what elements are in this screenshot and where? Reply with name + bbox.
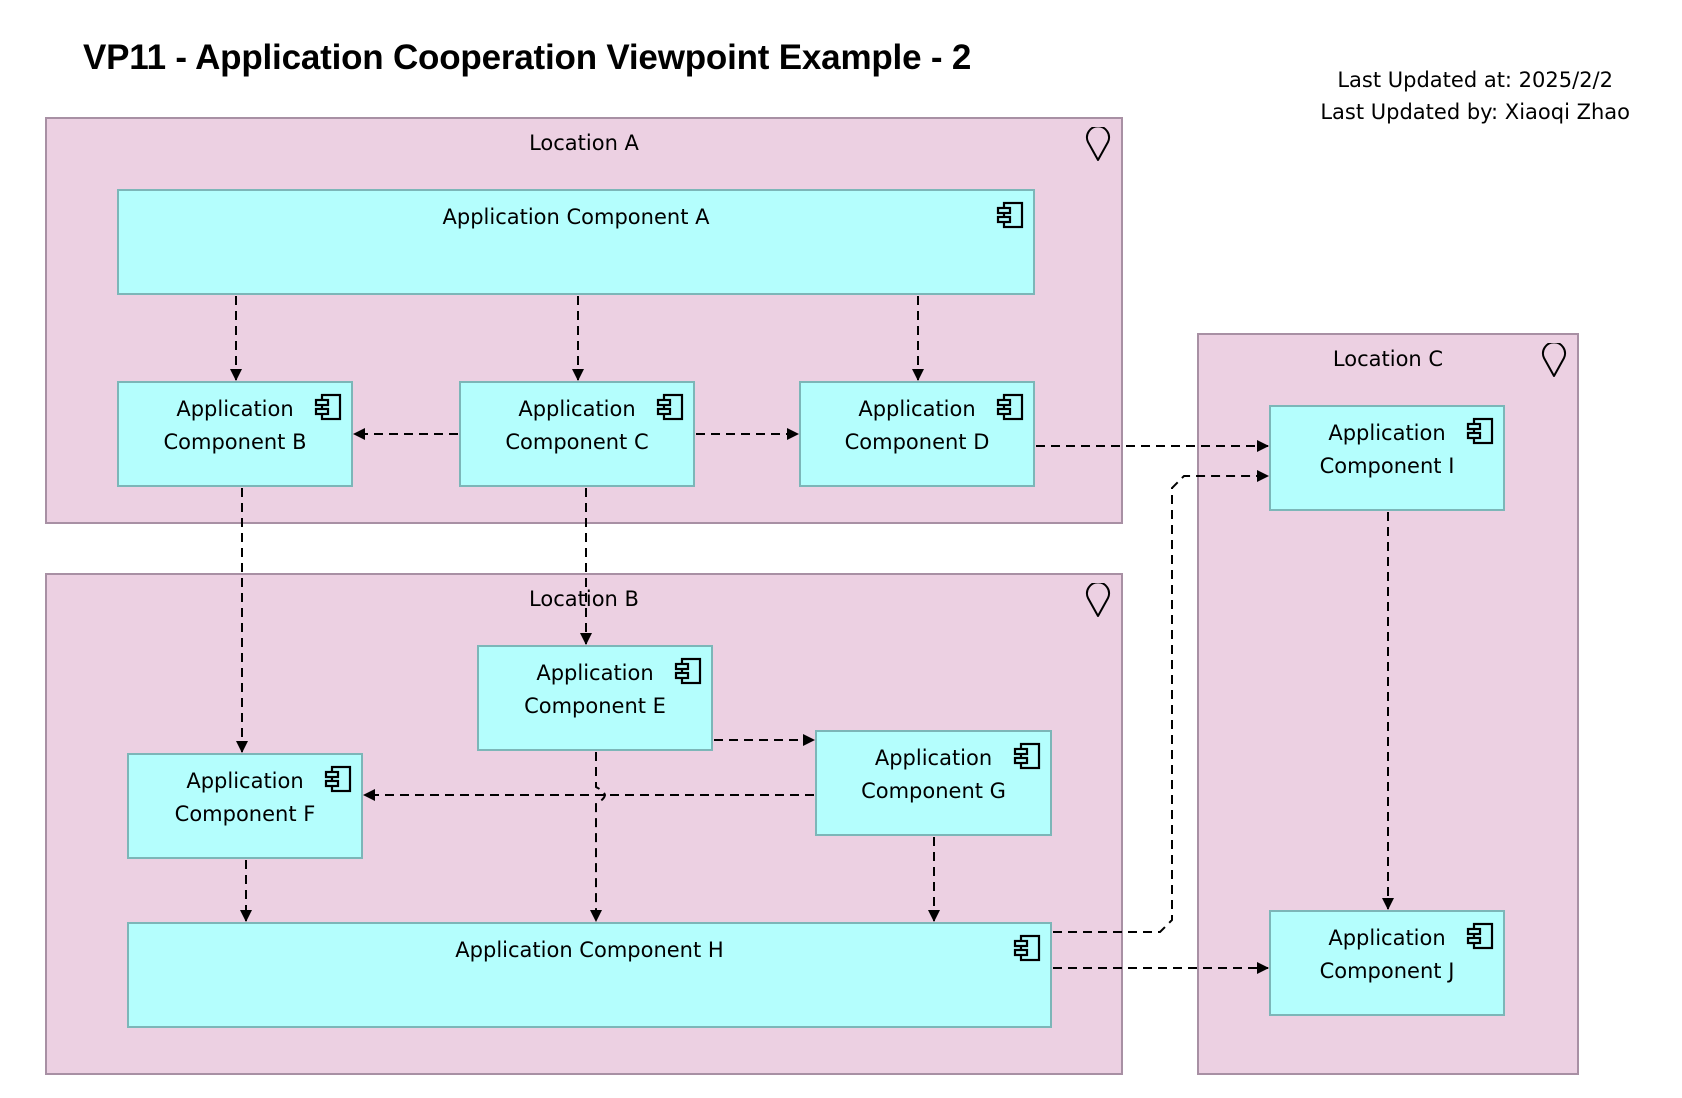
location-label: Location C [1332,347,1444,371]
component-label: Application Component H [455,938,724,962]
application-component-icon [324,765,352,793]
application-component-icon [1466,922,1494,950]
component-f[interactable]: Application Component F [127,753,363,859]
component-b[interactable]: Application Component B [117,381,353,487]
component-i[interactable]: Application Component I [1269,405,1505,511]
diagram-title: VP11 - Application Cooperation Viewpoint… [83,38,972,77]
component-j[interactable]: Application Component J [1269,910,1505,1016]
location-pin-icon [1086,583,1110,617]
application-component-icon [1466,417,1494,445]
application-component-icon [656,393,684,421]
application-component-icon [996,393,1024,421]
component-label: Application Component A [442,205,710,229]
application-component-icon [1013,742,1041,770]
location-pin-icon [1542,343,1566,377]
last-updated-at: Last Updated at: 2025/2/2 [1337,68,1613,92]
application-component-icon [996,201,1024,229]
application-component-icon [1013,934,1041,962]
component-c[interactable]: Application Component C [459,381,695,487]
application-component-icon [314,393,342,421]
component-e[interactable]: Application Component E [477,645,713,751]
last-updated-by: Last Updated by: Xiaoqi Zhao [1320,100,1630,124]
component-a[interactable]: Application Component A [117,189,1035,295]
metadata-block: Last Updated at: 2025/2/2 Last Updated b… [1320,64,1630,128]
component-d[interactable]: Application Component D [799,381,1035,487]
location-pin-icon [1086,127,1110,161]
component-g[interactable]: Application Component G [815,730,1052,836]
location-label: Location B [529,587,639,611]
component-h[interactable]: Application Component H [127,922,1052,1028]
application-component-icon [674,657,702,685]
location-label: Location A [529,131,639,155]
